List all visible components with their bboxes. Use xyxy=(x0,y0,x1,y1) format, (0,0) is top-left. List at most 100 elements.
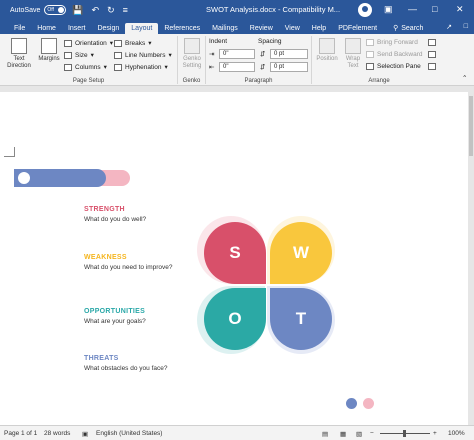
genko-group: Genko Setting Genko xyxy=(178,36,206,84)
decorative-header-bar xyxy=(14,169,130,187)
genko-setting-button[interactable]: Genko Setting xyxy=(179,38,205,70)
spacing-label: Spacing xyxy=(258,38,282,45)
threats-petal: T xyxy=(270,288,332,350)
swot-heading: OPPORTUNITIES xyxy=(84,308,146,315)
zoom-in-icon[interactable]: + xyxy=(433,430,437,437)
tab-review[interactable]: Review xyxy=(244,25,279,34)
zoom-level[interactable]: 100% xyxy=(448,430,465,437)
ribbon-tabs: File Home Insert Design Layout Reference… xyxy=(0,20,474,34)
margins-icon xyxy=(41,38,57,54)
genko-icon xyxy=(184,38,200,54)
minimize-icon[interactable]: — xyxy=(408,4,417,14)
share-icon[interactable]: ↗ xyxy=(446,23,452,31)
breaks-button[interactable]: Breaks ▾ xyxy=(114,39,152,47)
collapse-ribbon-icon[interactable]: ⌃ xyxy=(462,74,467,82)
tab-insert[interactable]: Insert xyxy=(62,25,92,34)
autosave-toggle[interactable]: Off xyxy=(44,5,67,15)
zoom-out-icon[interactable]: − xyxy=(370,430,374,437)
paragraph-group: Indent Spacing ⇥ 0" ⇤ 0" ⇵ 0 pt ⇵ 0 pt P… xyxy=(206,36,312,84)
tab-design[interactable]: Design xyxy=(91,25,125,34)
page-count[interactable]: Page 1 of 1 xyxy=(4,430,37,437)
size-button[interactable]: Size ▾ xyxy=(64,51,94,59)
paragraph-label: Paragraph xyxy=(244,78,273,84)
indent-right-icon: ⇤ xyxy=(209,64,215,71)
orientation-label: Orientation xyxy=(75,39,107,47)
scrollbar-thumb[interactable] xyxy=(469,96,473,156)
wrap-text-label: Wrap Text xyxy=(345,56,361,69)
send-backward-label: Send Backward xyxy=(377,51,423,58)
line-numbers-button[interactable]: Line Numbers ▾ xyxy=(114,51,172,59)
document-page[interactable]: STRENGTH What do you do well? WEAKNESS W… xyxy=(0,92,468,425)
arrange-group: Position Wrap Text Bring Forward Send Ba… xyxy=(312,36,446,84)
crop-mark xyxy=(14,147,15,157)
tab-help[interactable]: Help xyxy=(306,25,332,34)
document-area: STRENGTH What do you do well? WEAKNESS W… xyxy=(0,86,474,425)
wrap-text-button[interactable]: Wrap Text xyxy=(342,38,364,70)
position-button[interactable]: Position xyxy=(314,38,340,63)
tab-mailings[interactable]: Mailings xyxy=(206,25,244,34)
vertical-scrollbar[interactable] xyxy=(468,86,474,425)
search-label: Search xyxy=(401,24,424,32)
tab-home[interactable]: Home xyxy=(31,25,62,34)
opportunities-petal: O xyxy=(204,288,266,350)
tab-layout[interactable]: Layout xyxy=(125,23,159,34)
page-setup-label: Page Setup xyxy=(72,78,105,84)
zoom-slider-knob[interactable] xyxy=(403,430,406,437)
footer-dot-pink xyxy=(363,398,374,409)
opportunities-letter: O xyxy=(228,309,242,328)
crop-mark xyxy=(4,156,14,157)
spacing-before-input[interactable]: 0 pt xyxy=(270,49,308,59)
indent-left-input[interactable]: 0" xyxy=(219,49,255,59)
tab-references[interactable]: References xyxy=(158,25,206,34)
tab-file[interactable]: File xyxy=(8,25,31,34)
ribbon: Text Direction Margins Orientation ▾ Size… xyxy=(0,34,474,86)
indent-right-input[interactable]: 0" xyxy=(219,62,255,72)
send-backward-button[interactable]: Send Backward xyxy=(366,51,423,58)
bring-forward-icon xyxy=(366,39,374,46)
arrange-label: Arrange xyxy=(368,78,390,84)
close-icon[interactable]: ✕ xyxy=(456,4,464,15)
text-direction-button[interactable]: Text Direction xyxy=(4,38,34,70)
ribbon-display-options-icon[interactable]: ▣ xyxy=(384,4,393,15)
wrap-text-icon xyxy=(345,38,361,54)
language-indicator[interactable]: English (United States) xyxy=(96,430,162,437)
tab-view[interactable]: View xyxy=(279,25,306,34)
selection-pane-button[interactable]: Selection Pane xyxy=(366,63,421,70)
swot-item-opportunities: OPPORTUNITIES What are your goals? xyxy=(84,308,146,325)
customize-qat-icon[interactable]: ≡ xyxy=(123,5,128,16)
undo-icon[interactable]: ↶ xyxy=(92,5,100,16)
page-setup-group: Text Direction Margins Orientation ▾ Size… xyxy=(0,36,178,84)
bring-forward-label: Bring Forward xyxy=(377,39,418,46)
align-icon[interactable] xyxy=(428,39,436,46)
send-backward-icon xyxy=(366,51,374,58)
orientation-button[interactable]: Orientation ▾ xyxy=(64,39,113,47)
rotate-icon[interactable] xyxy=(428,63,436,70)
proofing-icon[interactable]: ▣ xyxy=(82,430,88,438)
chevron-down-icon: ▾ xyxy=(103,64,107,71)
genko-label: Genko xyxy=(182,78,201,84)
chevron-down-icon: ▾ xyxy=(148,40,152,47)
word-count[interactable]: 28 words xyxy=(44,430,70,437)
spacing-after-input[interactable]: 0 pt xyxy=(270,62,308,72)
hyphenation-label: Hyphenation xyxy=(125,63,162,71)
maximize-icon[interactable]: □ xyxy=(432,4,437,14)
group-icon[interactable] xyxy=(428,51,436,58)
columns-button[interactable]: Columns ▾ xyxy=(64,63,107,71)
bring-forward-button[interactable]: Bring Forward xyxy=(366,39,418,46)
search-box[interactable]: ⚲ Search xyxy=(393,24,423,34)
comments-icon[interactable]: □ xyxy=(464,23,468,30)
save-icon[interactable]: 💾 xyxy=(72,5,83,16)
web-layout-icon[interactable]: ▧ xyxy=(356,430,362,438)
title-bar: AutoSave Off 💾 ↶ ↻ ≡ SWOT Analysis.docx … xyxy=(0,0,474,20)
swot-question: What obstacles do you face? xyxy=(84,365,168,372)
tab-pdfelement[interactable]: PDFelement xyxy=(332,25,383,34)
user-avatar[interactable] xyxy=(358,3,372,17)
hyphenation-button[interactable]: Hyphenation ▾ xyxy=(114,63,168,71)
swot-question: What do you do well? xyxy=(84,216,147,223)
margins-button[interactable]: Margins xyxy=(36,38,62,63)
print-layout-icon[interactable]: ▦ xyxy=(340,430,346,438)
redo-icon[interactable]: ↻ xyxy=(107,5,115,16)
size-icon xyxy=(64,51,72,59)
weakness-letter: W xyxy=(292,243,310,262)
read-mode-icon[interactable]: ▤ xyxy=(322,430,328,438)
